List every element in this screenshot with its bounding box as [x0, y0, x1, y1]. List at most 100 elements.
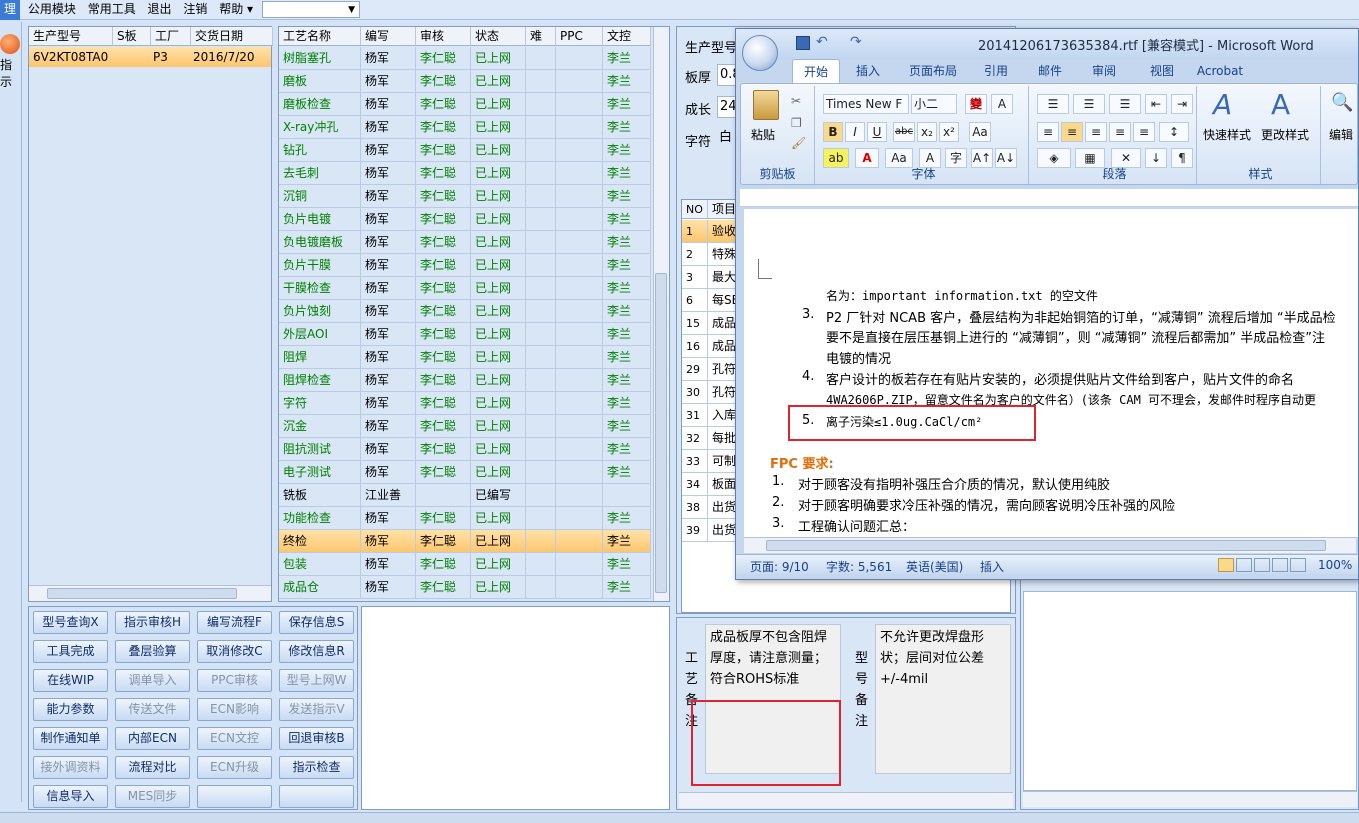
redo-icon[interactable]: ↷ — [850, 34, 862, 50]
action-button[interactable]: 工具完成 — [33, 640, 108, 663]
draft-icon[interactable] — [1290, 558, 1306, 572]
font-name-combobox[interactable]: Times New F — [823, 94, 909, 114]
menu-item-logout[interactable]: 注销 — [179, 0, 211, 20]
justify-icon[interactable]: ≡ — [1109, 122, 1131, 142]
change-styles-label[interactable]: 更改样式 — [1261, 126, 1309, 143]
col-header-writer[interactable]: 编写 — [361, 27, 416, 46]
char-border-icon[interactable]: A — [991, 94, 1013, 114]
col-header-sboard[interactable]: S板 — [113, 27, 151, 46]
ribbon-tab[interactable]: Acrobat — [1192, 59, 1248, 83]
italic-icon[interactable]: I — [845, 122, 865, 142]
undo-icon[interactable]: ↶ — [816, 34, 828, 50]
edit-label[interactable]: 编辑 — [1329, 126, 1353, 143]
col-header-factory[interactable]: 工厂 — [151, 27, 191, 46]
menu-item-tools[interactable]: 常用工具 — [84, 0, 140, 20]
ribbon-tab[interactable]: 开始 — [792, 59, 840, 83]
indicator-icon[interactable] — [0, 34, 20, 54]
action-button[interactable]: 型号上网W — [279, 669, 354, 692]
table-row[interactable]: 钻孔 杨军 李仁聪 已上网 李兰 — [279, 139, 651, 162]
model-note-text[interactable]: 不允许更改焊盘形状；层间对位公差+/-4mil — [875, 624, 1011, 774]
table-row[interactable]: 树脂塞孔 杨军 李仁聪 已上网 李兰 — [279, 47, 651, 70]
action-button[interactable]: 能力参数 — [33, 698, 108, 721]
format-painter-icon[interactable]: 🖌 — [791, 136, 806, 150]
full-screen-icon[interactable] — [1236, 558, 1252, 572]
align-left-icon[interactable]: ≡ — [1037, 122, 1059, 142]
col-header-model[interactable]: 生产型号 — [29, 27, 113, 46]
ribbon-tab[interactable]: 插入 — [846, 59, 890, 83]
horizontal-scrollbar[interactable] — [679, 792, 1013, 808]
action-button[interactable]: 内部ECN — [115, 727, 190, 750]
horizontal-scrollbar[interactable] — [29, 585, 271, 601]
status-words[interactable]: 字数: 5,561 — [826, 558, 892, 575]
vertical-scrollbar[interactable] — [653, 27, 669, 601]
blank-button[interactable] — [197, 785, 272, 808]
scroll-thumb[interactable] — [47, 588, 237, 599]
col-header-doc-control[interactable]: 文控 — [603, 27, 651, 46]
menu-item-li[interactable]: 理 — [0, 0, 21, 20]
action-button[interactable]: 制作通知单 — [33, 727, 108, 750]
table-row[interactable]: 功能检查 杨军 李仁聪 已上网 李兰 — [279, 507, 651, 530]
numbering-icon[interactable]: ☰ — [1073, 94, 1105, 114]
table-row[interactable]: 去毛刺 杨军 李仁聪 已上网 李兰 — [279, 162, 651, 185]
table-row[interactable]: 6V2KT08TA0 P3 2016/7/20 — [29, 47, 271, 67]
action-button[interactable]: ECN影响 — [197, 698, 272, 721]
table-row[interactable]: 磨板 杨军 李仁聪 已上网 李兰 — [279, 70, 651, 93]
align-center-icon[interactable]: ≡ — [1061, 122, 1083, 142]
save-icon[interactable] — [796, 36, 810, 50]
action-button[interactable]: 指示检查 — [279, 756, 354, 779]
action-button[interactable]: 型号查询X — [33, 611, 108, 634]
status-mode[interactable]: 插入 — [980, 558, 1004, 575]
ribbon-tab[interactable]: 审阅 — [1082, 59, 1126, 83]
action-button[interactable]: MES同步 — [115, 785, 190, 808]
status-language[interactable]: 英语(美国) — [906, 558, 963, 575]
align-right-icon[interactable]: ≡ — [1085, 122, 1107, 142]
col-header-difficulty[interactable]: 难 — [526, 27, 556, 46]
action-button[interactable]: 回退审核B — [279, 727, 354, 750]
underline-icon[interactable]: U — [867, 122, 887, 142]
menu-item-help[interactable]: 帮助 ▾ — [215, 0, 257, 20]
horizontal-scrollbar[interactable] — [1023, 791, 1357, 807]
table-row[interactable]: 阻焊 杨军 李仁聪 已上网 李兰 — [279, 346, 651, 369]
action-button[interactable]: 传送文件 — [115, 698, 190, 721]
scroll-thumb[interactable] — [655, 273, 667, 593]
paste-icon[interactable] — [753, 90, 779, 120]
action-button[interactable]: 在线WIP — [33, 669, 108, 692]
decrease-indent-icon[interactable]: ⇤ — [1145, 94, 1167, 114]
action-button[interactable]: 编写流程F — [197, 611, 272, 634]
action-button[interactable]: 保存信息S — [279, 611, 354, 634]
paste-label[interactable]: 粘贴 — [751, 126, 775, 143]
ribbon-tab[interactable]: 视图 — [1140, 59, 1184, 83]
strikethrough-icon[interactable]: abc — [893, 122, 915, 142]
phonetic-icon[interactable]: 變 — [965, 94, 987, 114]
menu-combobox[interactable]: ▼ — [262, 1, 360, 18]
action-button[interactable]: 修改信息R — [279, 640, 354, 663]
table-row[interactable]: 电子测试 杨军 李仁聪 已上网 李兰 — [279, 461, 651, 484]
action-button[interactable]: PPC审核 — [197, 669, 272, 692]
change-styles-icon[interactable]: A — [1271, 88, 1290, 121]
horizontal-scrollbar[interactable] — [744, 537, 1356, 553]
action-button[interactable]: ECN升级 — [197, 756, 272, 779]
blank-button[interactable] — [279, 785, 354, 808]
subscript-icon[interactable]: x₂ — [917, 122, 937, 142]
col-header-reviewer[interactable]: 审核 — [416, 27, 471, 46]
scroll-thumb[interactable] — [766, 540, 1326, 551]
outline-icon[interactable] — [1272, 558, 1288, 572]
table-row[interactable]: 沉铜 杨军 李仁聪 已上网 李兰 — [279, 185, 651, 208]
col-header-status[interactable]: 状态 — [471, 27, 526, 46]
bullets-icon[interactable]: ☰ — [1037, 94, 1069, 114]
bold-icon[interactable]: B — [823, 122, 843, 142]
find-icon[interactable]: 🔍 — [1331, 92, 1353, 113]
menu-item-exit[interactable]: 退出 — [144, 0, 176, 20]
action-button[interactable]: 流程对比 — [115, 756, 190, 779]
table-row[interactable]: X-ray冲孔 杨军 李仁聪 已上网 李兰 — [279, 116, 651, 139]
ribbon-tab[interactable]: 引用 — [976, 59, 1016, 83]
status-page[interactable]: 页面: 9/10 — [750, 558, 809, 575]
increase-indent-icon[interactable]: ⇥ — [1171, 94, 1193, 114]
action-button[interactable]: 接外调资料 — [33, 756, 108, 779]
action-button[interactable]: 发送指示V — [279, 698, 354, 721]
table-row[interactable]: 终检 杨军 李仁聪 已上网 李兰 — [279, 530, 651, 553]
table-row[interactable]: 成品仓 杨军 李仁聪 已上网 李兰 — [279, 576, 651, 599]
copy-icon[interactable]: ❐ — [791, 116, 802, 130]
quick-styles-icon[interactable]: A — [1213, 88, 1232, 121]
table-row[interactable]: 磨板检查 杨军 李仁聪 已上网 李兰 — [279, 93, 651, 116]
